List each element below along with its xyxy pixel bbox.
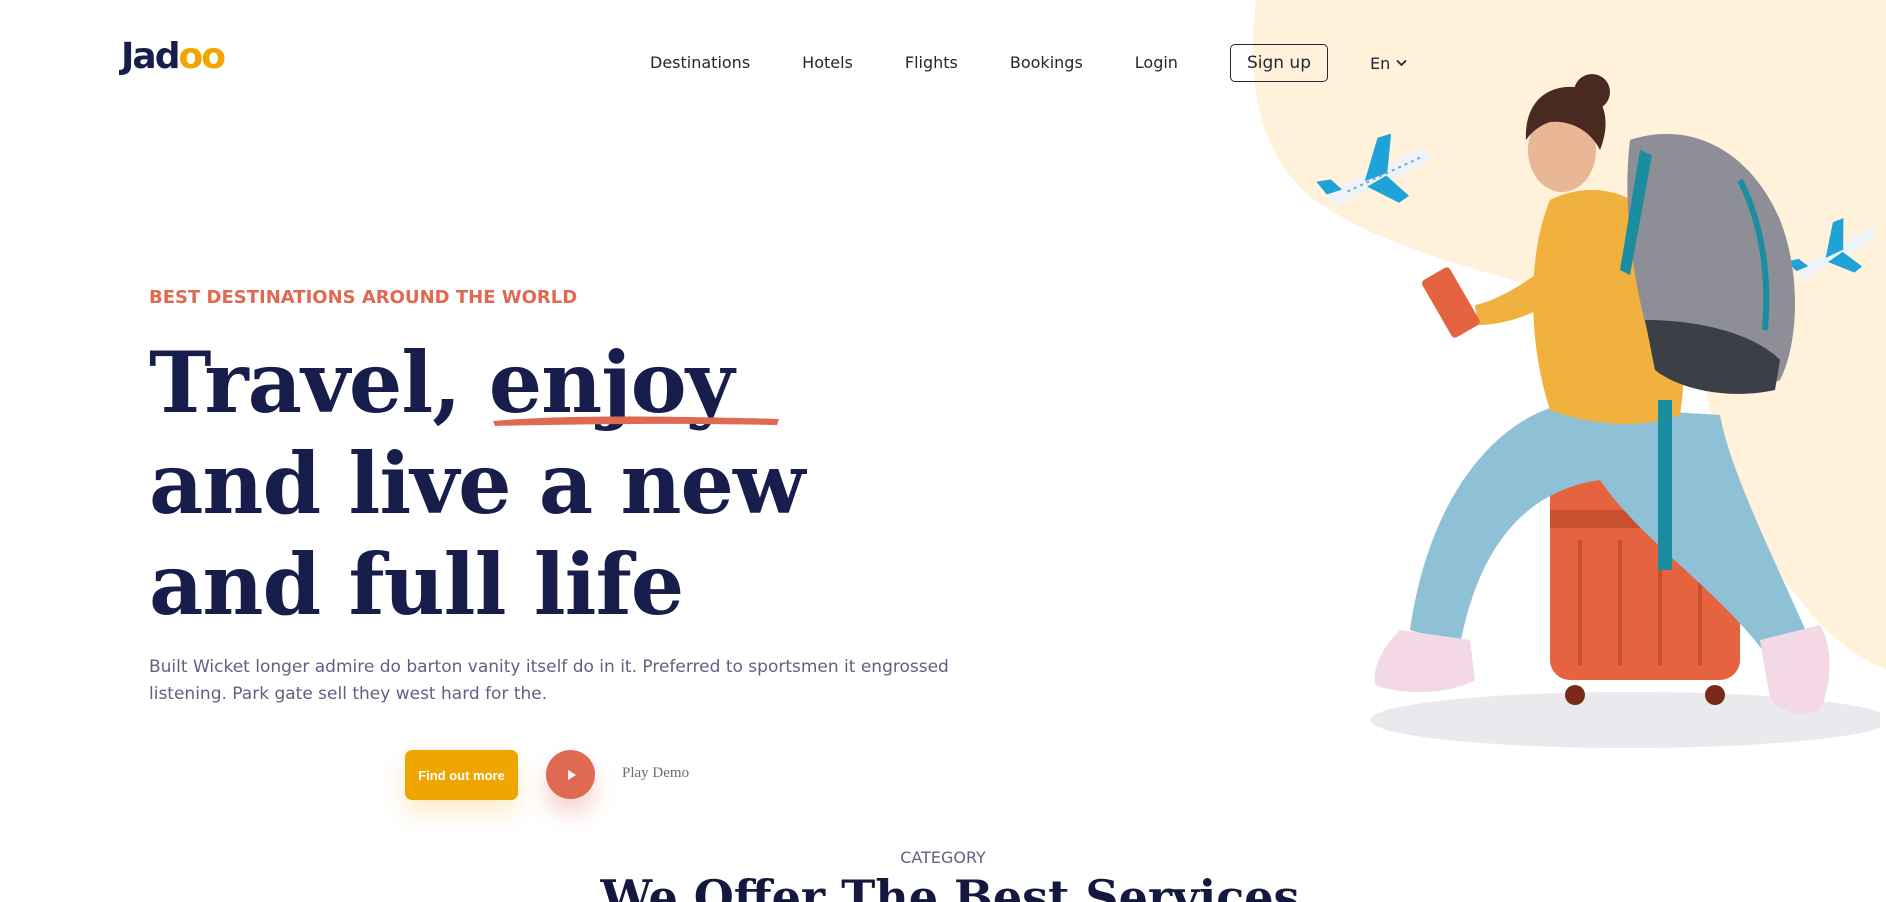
traveler-hair-bun bbox=[1574, 74, 1610, 110]
headline-highlight: enjoy bbox=[489, 332, 779, 433]
category-label: CATEGORY bbox=[900, 848, 986, 867]
play-demo-button[interactable] bbox=[546, 750, 595, 799]
brush-underline-decoration bbox=[492, 416, 779, 426]
nav-hotels[interactable]: Hotels bbox=[802, 45, 853, 81]
main-nav: Destinations Hotels Flights Bookings Log… bbox=[650, 44, 1407, 82]
hero-eyebrow: BEST DESTINATIONS AROUND THE WORLD bbox=[149, 287, 578, 308]
hero-description: Built Wicket longer admire do barton van… bbox=[149, 657, 949, 704]
headline-part-after: and live a new and full life bbox=[149, 434, 805, 634]
nav-destinations[interactable]: Destinations bbox=[650, 45, 750, 81]
shoe bbox=[1374, 630, 1475, 692]
nav-login[interactable]: Login bbox=[1135, 45, 1178, 81]
airplane-icon bbox=[1787, 218, 1876, 279]
airplane-icon bbox=[1316, 133, 1430, 205]
logo[interactable]: Jadoo bbox=[121, 36, 226, 77]
logo-text-prefix: Jad bbox=[121, 36, 180, 77]
traveler-illustration bbox=[1316, 74, 1880, 748]
headline-part-before: Travel, bbox=[149, 333, 489, 432]
nav-bookings[interactable]: Bookings bbox=[1010, 45, 1083, 81]
landing-page: Jadoo Destinations Hotels Flights Bookin… bbox=[0, 0, 1886, 902]
chevron-down-icon bbox=[1396, 60, 1407, 67]
passport bbox=[1421, 267, 1480, 338]
nav-flights[interactable]: Flights bbox=[905, 45, 958, 81]
logo-text-suffix: oo bbox=[178, 36, 225, 77]
hero-headline: Travel, enjoy and live a new and full li… bbox=[149, 332, 909, 635]
find-out-more-button[interactable]: Find out more bbox=[405, 750, 518, 800]
category-title: We Offer The Best Services bbox=[600, 870, 1300, 902]
play-icon bbox=[567, 769, 576, 780]
play-demo-label[interactable]: Play Demo bbox=[622, 765, 689, 782]
